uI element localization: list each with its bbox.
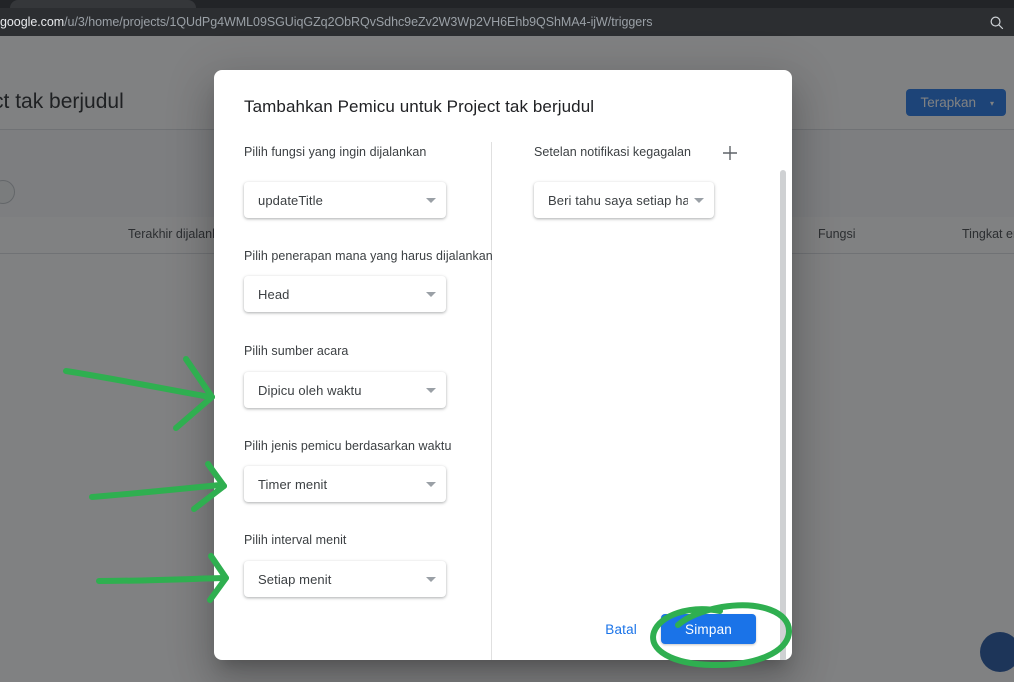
function-select[interactable]: updateTitle: [244, 182, 446, 218]
browser-omnibox[interactable]: google.com/u/3/home/projects/1QUdPg4WML0…: [0, 8, 1014, 36]
failure-notification-select[interactable]: Beri tahu saya setiap hari: [534, 182, 714, 218]
label-event-source-select: Pilih sumber acara: [244, 344, 349, 358]
chevron-down-icon: [426, 291, 436, 297]
column-divider: [491, 142, 492, 660]
time-trigger-type-select-value: Timer menit: [258, 476, 328, 492]
dialog-footer: Batal Simpan: [214, 598, 792, 660]
cancel-button[interactable]: Batal: [597, 614, 645, 645]
screen: oject tak berjudul Terapkan ▾ Terakhir d…: [0, 0, 1014, 682]
event-source-select[interactable]: Dipicu oleh waktu: [244, 372, 446, 408]
omnibox-url-host: google.com: [0, 15, 65, 29]
deployment-select[interactable]: Head: [244, 276, 446, 312]
search-icon[interactable]: [978, 8, 1014, 36]
label-deployment-select: Pilih penerapan mana yang harus dijalank…: [244, 249, 493, 263]
time-trigger-type-select[interactable]: Timer menit: [244, 466, 446, 502]
add-trigger-dialog: Tambahkan Pemicu untuk Project tak berju…: [214, 70, 792, 660]
omnibox-url-text[interactable]: google.com/u/3/home/projects/1QUdPg4WML0…: [0, 8, 978, 36]
minute-interval-select-value: Setiap menit: [258, 571, 332, 587]
function-select-value: updateTitle: [258, 192, 323, 208]
chevron-down-icon: [426, 197, 436, 203]
label-time-trigger-type-select: Pilih jenis pemicu berdasarkan waktu: [244, 439, 452, 453]
chevron-down-icon: [426, 576, 436, 582]
chevron-down-icon: [694, 197, 704, 203]
omnibox-url-path: /u/3/home/projects/1QUdPg4WML09SGUiqGZq2…: [64, 15, 653, 29]
dialog-scrollbar-thumb[interactable]: [780, 170, 786, 660]
browser-tab[interactable]: [10, 0, 196, 8]
failure-notification-select-value: Beri tahu saya setiap hari: [548, 192, 688, 208]
browser-tabstrip[interactable]: [0, 0, 1014, 8]
dialog-title: Tambahkan Pemicu untuk Project tak berju…: [244, 97, 595, 116]
event-source-select-value: Dipicu oleh waktu: [258, 382, 362, 398]
chevron-down-icon: [426, 481, 436, 487]
add-notification-icon[interactable]: [719, 142, 741, 164]
save-button[interactable]: Simpan: [661, 614, 756, 644]
chevron-down-icon: [426, 387, 436, 393]
label-minute-interval-select: Pilih interval menit: [244, 533, 347, 547]
label-function-select: Pilih fungsi yang ingin dijalankan: [244, 145, 427, 159]
label-failure-notification-section: Setelan notifikasi kegagalan: [534, 145, 692, 159]
minute-interval-select[interactable]: Setiap menit: [244, 561, 446, 597]
deployment-select-value: Head: [258, 286, 290, 302]
